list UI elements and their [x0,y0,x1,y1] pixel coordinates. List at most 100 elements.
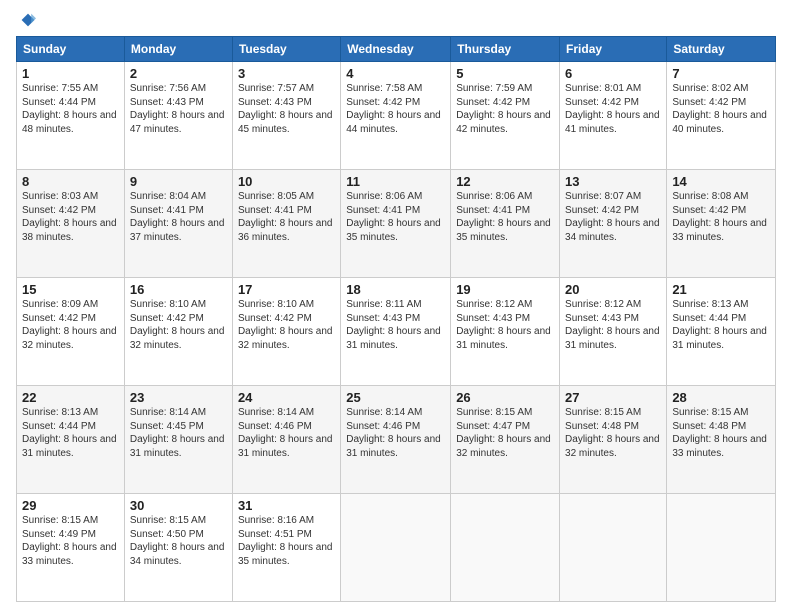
calendar-cell [667,494,776,602]
calendar-cell: 26Sunrise: 8:15 AM Sunset: 4:47 PM Dayli… [451,386,560,494]
logo-icon [20,12,36,28]
calendar-cell: 6Sunrise: 8:01 AM Sunset: 4:42 PM Daylig… [560,62,667,170]
day-number: 9 [130,174,227,189]
day-number: 15 [22,282,119,297]
calendar-cell: 14Sunrise: 8:08 AM Sunset: 4:42 PM Dayli… [667,170,776,278]
day-number: 5 [456,66,554,81]
calendar-cell: 20Sunrise: 8:12 AM Sunset: 4:43 PM Dayli… [560,278,667,386]
day-number: 4 [346,66,445,81]
day-number: 16 [130,282,227,297]
day-number: 27 [565,390,661,405]
day-detail: Sunrise: 7:58 AM Sunset: 4:42 PM Dayligh… [346,82,445,136]
calendar-cell: 25Sunrise: 8:14 AM Sunset: 4:46 PM Dayli… [341,386,451,494]
day-detail: Sunrise: 8:08 AM Sunset: 4:42 PM Dayligh… [672,190,770,244]
calendar-cell: 29Sunrise: 8:15 AM Sunset: 4:49 PM Dayli… [17,494,125,602]
day-detail: Sunrise: 8:15 AM Sunset: 4:48 PM Dayligh… [565,406,661,460]
calendar-cell: 12Sunrise: 8:06 AM Sunset: 4:41 PM Dayli… [451,170,560,278]
day-detail: Sunrise: 8:16 AM Sunset: 4:51 PM Dayligh… [238,514,335,568]
calendar-cell: 28Sunrise: 8:15 AM Sunset: 4:48 PM Dayli… [667,386,776,494]
day-number: 1 [22,66,119,81]
day-detail: Sunrise: 8:15 AM Sunset: 4:47 PM Dayligh… [456,406,554,460]
weekday-header: Wednesday [341,37,451,62]
day-number: 22 [22,390,119,405]
day-detail: Sunrise: 8:04 AM Sunset: 4:41 PM Dayligh… [130,190,227,244]
day-detail: Sunrise: 8:02 AM Sunset: 4:42 PM Dayligh… [672,82,770,136]
weekday-header: Friday [560,37,667,62]
day-number: 31 [238,498,335,513]
calendar-cell: 24Sunrise: 8:14 AM Sunset: 4:46 PM Dayli… [232,386,340,494]
calendar-cell: 1Sunrise: 7:55 AM Sunset: 4:44 PM Daylig… [17,62,125,170]
day-detail: Sunrise: 8:03 AM Sunset: 4:42 PM Dayligh… [22,190,119,244]
calendar-cell: 15Sunrise: 8:09 AM Sunset: 4:42 PM Dayli… [17,278,125,386]
day-detail: Sunrise: 8:14 AM Sunset: 4:46 PM Dayligh… [346,406,445,460]
calendar-week-row: 15Sunrise: 8:09 AM Sunset: 4:42 PM Dayli… [17,278,776,386]
calendar-week-row: 1Sunrise: 7:55 AM Sunset: 4:44 PM Daylig… [17,62,776,170]
day-number: 28 [672,390,770,405]
day-number: 23 [130,390,227,405]
weekday-header: Sunday [17,37,125,62]
calendar-week-row: 29Sunrise: 8:15 AM Sunset: 4:49 PM Dayli… [17,494,776,602]
calendar-cell: 18Sunrise: 8:11 AM Sunset: 4:43 PM Dayli… [341,278,451,386]
day-detail: Sunrise: 8:15 AM Sunset: 4:50 PM Dayligh… [130,514,227,568]
day-detail: Sunrise: 8:13 AM Sunset: 4:44 PM Dayligh… [672,298,770,352]
weekday-header: Thursday [451,37,560,62]
calendar-cell [560,494,667,602]
calendar-cell [451,494,560,602]
day-number: 17 [238,282,335,297]
day-detail: Sunrise: 7:56 AM Sunset: 4:43 PM Dayligh… [130,82,227,136]
logo [16,12,36,28]
calendar-cell: 4Sunrise: 7:58 AM Sunset: 4:42 PM Daylig… [341,62,451,170]
calendar-cell: 27Sunrise: 8:15 AM Sunset: 4:48 PM Dayli… [560,386,667,494]
calendar-cell: 9Sunrise: 8:04 AM Sunset: 4:41 PM Daylig… [124,170,232,278]
calendar-cell: 8Sunrise: 8:03 AM Sunset: 4:42 PM Daylig… [17,170,125,278]
page: SundayMondayTuesdayWednesdayThursdayFrid… [0,0,792,612]
day-detail: Sunrise: 8:15 AM Sunset: 4:49 PM Dayligh… [22,514,119,568]
day-number: 8 [22,174,119,189]
day-number: 7 [672,66,770,81]
calendar-cell: 31Sunrise: 8:16 AM Sunset: 4:51 PM Dayli… [232,494,340,602]
calendar-week-row: 8Sunrise: 8:03 AM Sunset: 4:42 PM Daylig… [17,170,776,278]
calendar-cell: 10Sunrise: 8:05 AM Sunset: 4:41 PM Dayli… [232,170,340,278]
weekday-header: Tuesday [232,37,340,62]
calendar-cell: 23Sunrise: 8:14 AM Sunset: 4:45 PM Dayli… [124,386,232,494]
day-number: 12 [456,174,554,189]
weekday-header: Monday [124,37,232,62]
day-number: 18 [346,282,445,297]
day-detail: Sunrise: 8:01 AM Sunset: 4:42 PM Dayligh… [565,82,661,136]
day-number: 29 [22,498,119,513]
day-detail: Sunrise: 8:06 AM Sunset: 4:41 PM Dayligh… [346,190,445,244]
day-detail: Sunrise: 8:13 AM Sunset: 4:44 PM Dayligh… [22,406,119,460]
day-detail: Sunrise: 8:06 AM Sunset: 4:41 PM Dayligh… [456,190,554,244]
day-detail: Sunrise: 8:15 AM Sunset: 4:48 PM Dayligh… [672,406,770,460]
day-number: 10 [238,174,335,189]
day-detail: Sunrise: 8:12 AM Sunset: 4:43 PM Dayligh… [565,298,661,352]
day-detail: Sunrise: 8:10 AM Sunset: 4:42 PM Dayligh… [130,298,227,352]
weekday-header: Saturday [667,37,776,62]
calendar-cell: 19Sunrise: 8:12 AM Sunset: 4:43 PM Dayli… [451,278,560,386]
day-number: 13 [565,174,661,189]
day-number: 25 [346,390,445,405]
day-number: 20 [565,282,661,297]
calendar-cell: 11Sunrise: 8:06 AM Sunset: 4:41 PM Dayli… [341,170,451,278]
day-detail: Sunrise: 7:55 AM Sunset: 4:44 PM Dayligh… [22,82,119,136]
day-number: 30 [130,498,227,513]
calendar-cell: 30Sunrise: 8:15 AM Sunset: 4:50 PM Dayli… [124,494,232,602]
day-number: 24 [238,390,335,405]
day-detail: Sunrise: 8:14 AM Sunset: 4:46 PM Dayligh… [238,406,335,460]
day-detail: Sunrise: 8:07 AM Sunset: 4:42 PM Dayligh… [565,190,661,244]
calendar-week-row: 22Sunrise: 8:13 AM Sunset: 4:44 PM Dayli… [17,386,776,494]
calendar-cell: 22Sunrise: 8:13 AM Sunset: 4:44 PM Dayli… [17,386,125,494]
calendar-cell: 13Sunrise: 8:07 AM Sunset: 4:42 PM Dayli… [560,170,667,278]
day-number: 6 [565,66,661,81]
day-number: 19 [456,282,554,297]
day-number: 21 [672,282,770,297]
calendar-header-row: SundayMondayTuesdayWednesdayThursdayFrid… [17,37,776,62]
day-number: 14 [672,174,770,189]
day-detail: Sunrise: 8:12 AM Sunset: 4:43 PM Dayligh… [456,298,554,352]
day-detail: Sunrise: 7:59 AM Sunset: 4:42 PM Dayligh… [456,82,554,136]
calendar-cell: 5Sunrise: 7:59 AM Sunset: 4:42 PM Daylig… [451,62,560,170]
calendar-cell: 16Sunrise: 8:10 AM Sunset: 4:42 PM Dayli… [124,278,232,386]
calendar-cell: 17Sunrise: 8:10 AM Sunset: 4:42 PM Dayli… [232,278,340,386]
day-number: 11 [346,174,445,189]
calendar-table: SundayMondayTuesdayWednesdayThursdayFrid… [16,36,776,602]
